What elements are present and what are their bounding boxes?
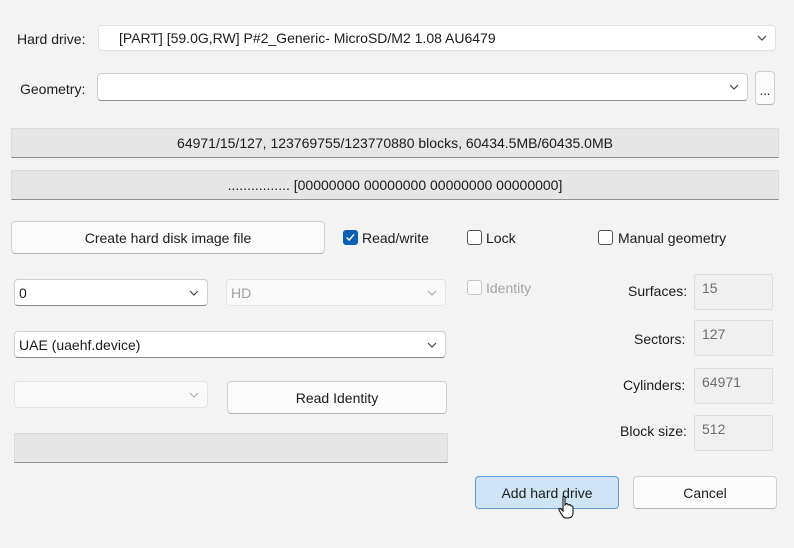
lock-checkbox[interactable] (467, 230, 482, 245)
identity-hex-bar: ................ [00000000 00000000 0000… (11, 170, 779, 200)
geometry-browse-button[interactable]: ... (755, 71, 775, 105)
hand-cursor-icon (558, 496, 574, 519)
checkmark-icon (346, 234, 355, 242)
controller-select-value: UAE (uaehf.device) (19, 336, 141, 353)
identity-label: Identity (486, 280, 532, 296)
geometry-info-bar: 64971/15/127, 123769755/123770880 blocks… (11, 128, 779, 158)
sectors-field: 127 (694, 320, 773, 356)
cylinders-field: 64971 (694, 368, 773, 404)
sectors-label: Sectors: (634, 331, 686, 347)
unit-select[interactable]: 0 (14, 279, 208, 306)
read-write-checkbox[interactable] (343, 230, 358, 245)
cancel-button[interactable]: Cancel (633, 476, 777, 509)
create-image-button[interactable]: Create hard disk image file (11, 221, 325, 254)
sub-select[interactable] (14, 381, 208, 408)
chevron-down-icon (189, 290, 199, 296)
geometry-select[interactable] (97, 73, 748, 101)
chevron-down-icon (757, 35, 767, 41)
chevron-down-icon (189, 392, 199, 398)
type-select-value: HD (231, 284, 252, 301)
unit-select-value: 0 (19, 284, 27, 301)
lock-label[interactable]: Lock (486, 229, 516, 247)
read-write-label[interactable]: Read/write (362, 229, 429, 247)
chevron-down-icon (427, 342, 437, 348)
identity-checkbox[interactable] (467, 280, 482, 295)
status-bar (14, 433, 448, 463)
read-identity-button[interactable]: Read Identity (227, 381, 447, 414)
controller-select[interactable]: UAE (uaehf.device) (14, 331, 446, 358)
geometry-label: Geometry: (20, 81, 86, 97)
manual-geometry-label[interactable]: Manual geometry (618, 229, 726, 247)
surfaces-label: Surfaces: (628, 283, 688, 299)
hard-drive-label: Hard drive: (17, 31, 86, 47)
surfaces-field: 15 (694, 274, 773, 310)
cylinders-label: Cylinders: (623, 377, 686, 393)
block-size-label: Block size: (620, 423, 687, 439)
manual-geometry-checkbox[interactable] (598, 230, 613, 245)
add-hard-drive-button[interactable]: Add hard drive (475, 476, 619, 509)
hard-drive-select[interactable]: [PART] [59.0G,RW] P#2_Generic- MicroSD/M… (98, 25, 776, 51)
chevron-down-icon (729, 84, 739, 90)
chevron-down-icon (427, 290, 437, 296)
type-select[interactable]: HD (226, 279, 446, 306)
hard-drive-value: [PART] [59.0G,RW] P#2_Generic- MicroSD/M… (119, 30, 496, 46)
block-size-field: 512 (694, 415, 773, 451)
